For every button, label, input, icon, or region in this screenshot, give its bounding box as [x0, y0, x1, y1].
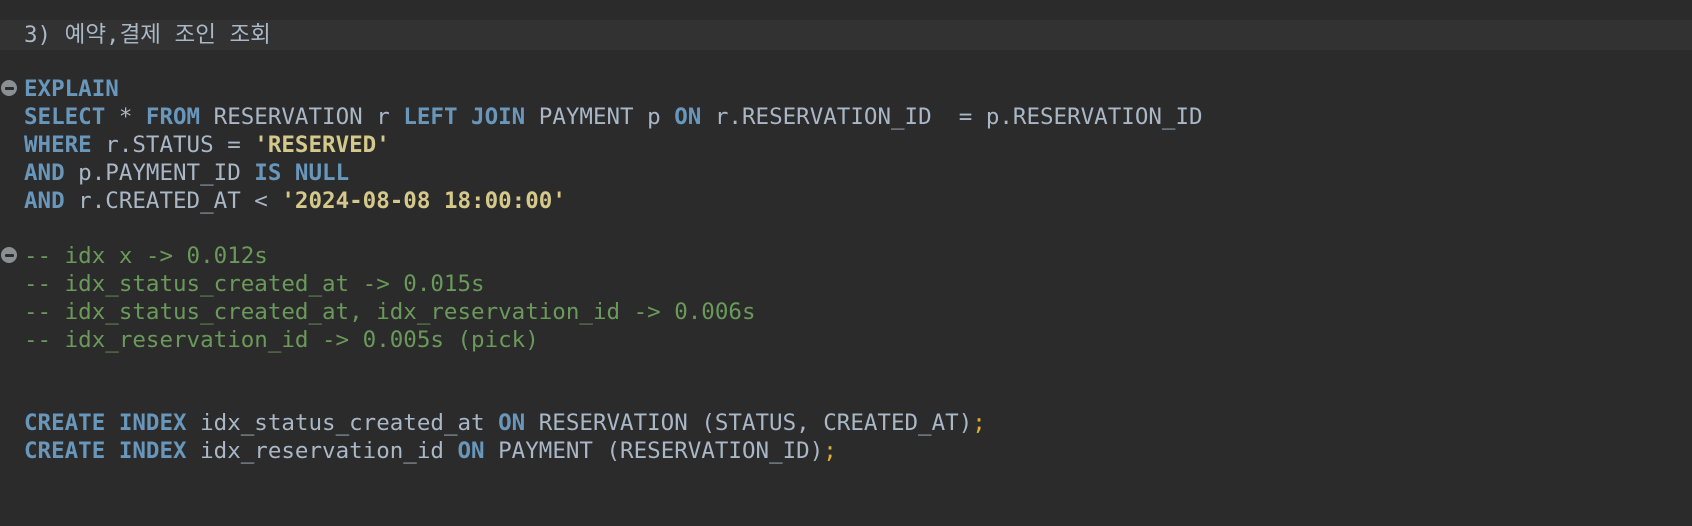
comment-text: -- idx_status_created_at -> 0.015s: [24, 271, 485, 297]
keyword-left-join: LEFT JOIN: [403, 104, 526, 130]
keyword-is-null: IS NULL: [254, 160, 350, 186]
keyword-select: SELECT: [24, 104, 106, 130]
comment-text: -- idx x -> 0.012s: [24, 243, 268, 269]
keyword-create-index: CREATE INDEX: [24, 438, 187, 464]
code-line-comment[interactable]: -- idx_status_created_at -> 0.015s: [0, 269, 1692, 299]
code-line-header[interactable]: 3) 예약,결제 조인 조회: [0, 20, 1692, 50]
comment-text: -- idx_status_created_at, idx_reservatio…: [24, 299, 756, 325]
code-line-where[interactable]: WHERE r.STATUS = 'RESERVED': [0, 130, 1692, 160]
fold-collapse-icon[interactable]: [1, 80, 17, 96]
code-line-and-created-at[interactable]: AND r.CREATED_AT < '2024-08-08 18:00:00': [0, 186, 1692, 216]
keyword-on: ON: [674, 104, 702, 130]
where-lhs: r.STATUS =: [91, 132, 255, 158]
table-reservation: RESERVATION r: [200, 104, 404, 130]
index-target: PAYMENT (RESERVATION_ID): [484, 438, 824, 464]
code-line-comment[interactable]: -- idx x -> 0.012s: [0, 241, 1692, 271]
index-name: idx_reservation_id: [186, 438, 458, 464]
select-star: *: [105, 104, 146, 130]
index-target: RESERVATION (STATUS, CREATED_AT): [525, 410, 973, 436]
fold-collapse-icon[interactable]: [1, 247, 17, 263]
keyword-where: WHERE: [24, 132, 92, 158]
code-line-and-is-null[interactable]: AND p.PAYMENT_ID IS NULL: [0, 158, 1692, 188]
code-line-create-index-1[interactable]: CREATE INDEX idx_status_created_at ON RE…: [0, 408, 1692, 438]
keyword-on: ON: [498, 410, 526, 436]
string-literal-datetime: '2024-08-08 18:00:00': [281, 188, 566, 214]
and-lhs-payment-id: p.PAYMENT_ID: [64, 160, 255, 186]
keyword-and: AND: [24, 160, 65, 186]
index-name: idx_status_created_at: [186, 410, 499, 436]
keyword-create-index: CREATE INDEX: [24, 410, 187, 436]
keyword-on: ON: [457, 438, 485, 464]
code-editor[interactable]: 3) 예약,결제 조인 조회 EXPLAIN SELECT * FROM RES…: [0, 0, 1692, 520]
keyword-explain: EXPLAIN: [24, 76, 119, 102]
and-lhs-created-at: r.CREATED_AT <: [64, 188, 282, 214]
keyword-from: FROM: [145, 104, 201, 130]
semicolon: ;: [823, 438, 837, 464]
code-line-create-index-2[interactable]: CREATE INDEX idx_reservation_id ON PAYME…: [0, 436, 1692, 466]
join-condition: r.RESERVATION_ID = p.RESERVATION_ID: [701, 104, 1203, 130]
semicolon: ;: [972, 410, 986, 436]
table-payment: PAYMENT p: [525, 104, 675, 130]
string-literal-reserved: 'RESERVED': [254, 132, 390, 158]
header-comment-text: 3) 예약,결제 조인 조회: [24, 22, 271, 48]
comment-text: -- idx_reservation_id -> 0.005s (pick): [24, 327, 539, 353]
keyword-and: AND: [24, 188, 65, 214]
code-line-explain[interactable]: EXPLAIN: [0, 74, 1692, 104]
code-line-select[interactable]: SELECT * FROM RESERVATION r LEFT JOIN PA…: [0, 102, 1692, 132]
code-line-comment[interactable]: -- idx_reservation_id -> 0.005s (pick): [0, 325, 1692, 355]
code-line-comment[interactable]: -- idx_status_created_at, idx_reservatio…: [0, 297, 1692, 327]
